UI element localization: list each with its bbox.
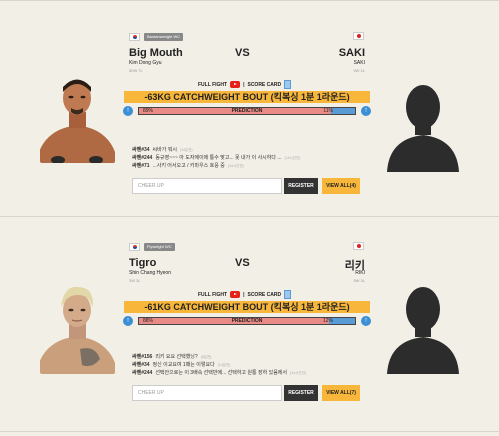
cheer-input[interactable]: CHEER UP bbox=[132, 385, 282, 401]
comment-date: (14분전) bbox=[217, 363, 231, 367]
link-divider: | bbox=[243, 81, 245, 88]
comment-item: 싸펜#244 선택안으로는 이 3배속 선택반에... 선택하고 원통 장하 있음… bbox=[132, 369, 306, 377]
comment-text: 선택안으로는 이 3배속 선택반에... 선택하고 원통 장하 있음에서 bbox=[155, 370, 288, 376]
fighter-record-right: 9W 2L bbox=[353, 68, 365, 73]
register-button[interactable]: REGISTER bbox=[284, 178, 318, 194]
fighter-name-left[interactable]: Big Mouth bbox=[129, 47, 183, 59]
scorecard-icon[interactable] bbox=[284, 80, 292, 89]
comment-list: 싸펜#34 씨바가 뭐시 (14분전) 싸펜#244 동규영~~~ 아 도자에이에 통… bbox=[132, 146, 300, 170]
comment-item: 싸펜#71 ...사키 어서오고 / 키마우스 호응 중 (14시간전) bbox=[132, 162, 300, 170]
media-links: FULL FIGHT | SCORE CARD bbox=[198, 290, 292, 299]
fighter-record-right: 5W 3L bbox=[353, 278, 365, 283]
comment-date: (14시간전) bbox=[227, 164, 244, 168]
fighter-silhouette-right[interactable] bbox=[383, 77, 463, 172]
comment-user: 싸펜#244 bbox=[132, 155, 153, 161]
country-flags: Bantamweight WC bbox=[124, 32, 370, 42]
prediction-right-pct: 11% bbox=[323, 108, 333, 114]
comment-date: (8분전) bbox=[200, 355, 212, 359]
fight-card-2: Flyweight WC Tigro VS 리키 Shin Chang Hyeo… bbox=[0, 217, 499, 427]
bout-title-banner: -61KG CATCHWEIGHT BOUT (킥복싱 1분 1라운드) bbox=[124, 301, 370, 313]
fighter-photo-left[interactable] bbox=[40, 279, 115, 374]
comment-date: (14시간전) bbox=[290, 371, 306, 375]
fighter-realname-right: SAKI bbox=[353, 60, 365, 66]
comment-date: (14시간전) bbox=[284, 156, 301, 160]
cheer-input[interactable]: CHEER UP bbox=[132, 178, 282, 194]
comment-text: ...사키 어서오고 / 키마우스 호응 중 bbox=[152, 163, 225, 169]
bout-title-banner: -63KG CATCHWEIGHT BOUT (킥복싱 1분 1라운드) bbox=[124, 91, 370, 103]
view-all-button[interactable]: VIEW ALL(4) bbox=[322, 178, 360, 194]
fighter-record-left: 3W 3L bbox=[129, 278, 141, 283]
comment-user: 싸펜#34 bbox=[132, 362, 150, 368]
comment-user: 싸펜#156 bbox=[132, 354, 153, 360]
comment-text: 리키 요요 선택했닝? bbox=[155, 354, 198, 360]
comment-date: (14분전) bbox=[179, 148, 193, 152]
scorecard-icon[interactable] bbox=[284, 290, 292, 299]
vs-label: VS bbox=[235, 47, 250, 59]
comment-user: 싸펜#71 bbox=[132, 163, 150, 169]
japan-flag-icon bbox=[353, 32, 364, 40]
comment-item: 싸펜#244 동규영~~~ 아 도자에이에 통수 맞고... 못 내가 이 사시하… bbox=[132, 154, 300, 162]
fighter-name-right[interactable]: SAKI bbox=[339, 47, 365, 59]
youtube-icon[interactable] bbox=[230, 291, 241, 298]
comment-list: 싸펜#156 리키 요요 선택했닝? (8분전) 싸펜#34 정신 이교요여 1패는 … bbox=[132, 353, 306, 377]
comment-user: 싸펜#34 bbox=[132, 147, 150, 153]
link-divider: | bbox=[243, 291, 245, 298]
korea-flag-icon bbox=[129, 33, 140, 41]
media-links: FULL FIGHT | SCORE CARD bbox=[198, 80, 292, 89]
prediction-right-pct: 12% bbox=[322, 318, 333, 324]
comment-text: 씨바가 뭐시 bbox=[152, 147, 177, 153]
fight-card-1: Bantamweight WC Big Mouth VS SAKI Kim Do… bbox=[0, 5, 499, 215]
register-button[interactable]: REGISTER bbox=[284, 385, 318, 401]
fighter-realname-left: Kim Dong Gyu bbox=[129, 60, 162, 66]
comment-text: 정신 이교요여 1패는 이렇요다 bbox=[152, 362, 215, 368]
prediction-row: ↑ 88% PREDICTION 12% ↑ bbox=[123, 316, 371, 326]
fighter-realname-right: RIKI bbox=[355, 270, 365, 276]
full-fight-link[interactable]: FULL FIGHT bbox=[198, 82, 227, 88]
japan-flag-icon bbox=[353, 242, 364, 250]
comment-user: 싸펜#244 bbox=[132, 370, 153, 376]
prediction-bar: 89% PREDICTION 11% bbox=[138, 107, 356, 115]
prediction-bar: 88% PREDICTION 12% bbox=[138, 317, 356, 325]
comment-item: 싸펜#34 씨바가 뭐시 (14분전) bbox=[132, 146, 300, 154]
youtube-icon[interactable] bbox=[230, 81, 241, 88]
weight-class-tag: Bantamweight WC bbox=[144, 33, 184, 41]
vote-left-arrow-icon[interactable]: ↑ bbox=[123, 106, 133, 116]
fighter-silhouette-right[interactable] bbox=[383, 279, 463, 374]
vote-left-arrow-icon[interactable]: ↑ bbox=[123, 316, 133, 326]
prediction-row: ↑ 89% PREDICTION 11% ↑ bbox=[123, 106, 371, 116]
vote-right-arrow-icon[interactable]: ↑ bbox=[361, 316, 371, 326]
full-fight-link[interactable]: FULL FIGHT bbox=[198, 292, 227, 298]
vs-label: VS bbox=[235, 257, 250, 269]
view-all-button[interactable]: VIEW ALL(7) bbox=[322, 385, 360, 401]
fighter-realname-left: Shin Chang Hyeon bbox=[129, 270, 171, 276]
score-card-link[interactable]: SCORE CARD bbox=[247, 82, 281, 88]
comment-text: 동규영~~~ 아 도자에이에 통수 맞고... 못 내가 이 사시하다 ... bbox=[155, 155, 282, 161]
country-flags: Flyweight WC bbox=[124, 242, 370, 252]
weight-class-tag: Flyweight WC bbox=[144, 243, 175, 251]
comment-item: 싸펜#34 정신 이교요여 1패는 이렇요다 (14분전) bbox=[132, 361, 306, 369]
fighter-photo-left[interactable] bbox=[40, 68, 115, 163]
score-card-link[interactable]: SCORE CARD bbox=[247, 292, 281, 298]
comment-item: 싸펜#156 리키 요요 선택했닝? (8분전) bbox=[132, 353, 306, 361]
fighter-record-left: 50W 7L bbox=[129, 68, 143, 73]
fighter-name-left[interactable]: Tigro bbox=[129, 257, 156, 269]
vote-right-arrow-icon[interactable]: ↑ bbox=[361, 106, 371, 116]
korea-flag-icon bbox=[129, 243, 140, 251]
